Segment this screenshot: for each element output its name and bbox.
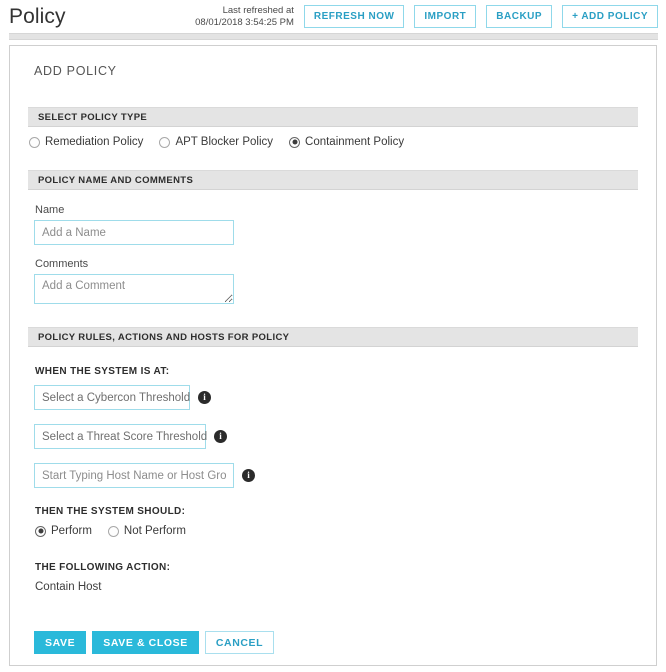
policy-comments-textarea[interactable] bbox=[34, 274, 234, 304]
last-refreshed: Last refreshed at 08/01/2018 3:54:25 PM bbox=[195, 5, 294, 29]
save-and-close-button[interactable]: SAVE & CLOSE bbox=[92, 630, 199, 654]
cybercon-threshold-value: Select a Cybercon Threshold bbox=[42, 391, 191, 404]
name-field-block: Name bbox=[28, 204, 638, 245]
radio-label-remediation: Remediation Policy bbox=[45, 136, 144, 148]
when-system-is-at-label: WHEN THE SYSTEM IS AT: bbox=[35, 366, 170, 377]
page-title: Policy bbox=[9, 5, 66, 28]
host-row: i bbox=[34, 463, 638, 488]
radio-icon-remediation[interactable] bbox=[29, 136, 40, 148]
perform-radio-group: Perform Not Perform bbox=[34, 525, 638, 537]
info-icon-cybercon[interactable]: i bbox=[198, 391, 211, 404]
following-action-value: Contain Host bbox=[35, 581, 102, 593]
panel-content: ADD POLICY SELECT POLICY TYPE Remediatio… bbox=[10, 46, 656, 593]
radio-icon-containment[interactable] bbox=[289, 136, 301, 148]
then-system-should-label: THEN THE SYSTEM SHOULD: bbox=[35, 506, 186, 517]
threat-score-threshold-value: Select a Threat Score Threshold bbox=[42, 430, 208, 443]
radio-label-containment: Containment Policy bbox=[305, 136, 405, 148]
info-icon-host[interactable]: i bbox=[242, 469, 255, 482]
info-icon-threat-score[interactable]: i bbox=[214, 430, 227, 443]
radio-option-not-perform[interactable]: Not Perform bbox=[107, 525, 186, 537]
host-name-input[interactable] bbox=[34, 463, 234, 488]
backup-button[interactable]: BACKUP bbox=[486, 5, 553, 28]
threat-score-threshold-row: Select a Threat Score Threshold ▼ i bbox=[34, 424, 638, 449]
import-button[interactable]: IMPORT bbox=[414, 5, 477, 28]
radio-label-perform: Perform bbox=[51, 525, 92, 537]
panel-heading: ADD POLICY bbox=[34, 64, 117, 78]
add-policy-panel: ADD POLICY SELECT POLICY TYPE Remediatio… bbox=[9, 45, 657, 666]
comments-label: Comments bbox=[35, 258, 89, 270]
cybercon-threshold-row: Select a Cybercon Threshold ▼ i bbox=[34, 385, 638, 410]
radio-option-remediation-policy[interactable]: Remediation Policy bbox=[29, 136, 143, 148]
radio-option-apt-blocker-policy[interactable]: APT Blocker Policy bbox=[159, 136, 273, 148]
page-header: Policy Last refreshed at 08/01/2018 3:54… bbox=[0, 0, 666, 33]
last-refreshed-time: 08/01/2018 3:54:25 PM bbox=[195, 16, 294, 28]
policy-name-input[interactable] bbox=[34, 220, 234, 245]
radio-icon-not-perform[interactable] bbox=[107, 525, 119, 537]
cybercon-threshold-select[interactable]: Select a Cybercon Threshold ▼ bbox=[34, 385, 206, 410]
last-refreshed-label: Last refreshed at bbox=[222, 4, 294, 16]
section-bar-policy-rules: POLICY RULES, ACTIONS AND HOSTS FOR POLI… bbox=[28, 327, 638, 347]
header-actions: Last refreshed at 08/01/2018 3:54:25 PM … bbox=[195, 5, 658, 29]
section-bar-policy-type: SELECT POLICY TYPE bbox=[28, 107, 638, 127]
radio-label-not-perform: Not Perform bbox=[123, 525, 186, 537]
following-action-label: THE FOLLOWING ACTION: bbox=[35, 562, 171, 573]
cancel-button[interactable]: CANCEL bbox=[204, 630, 275, 654]
section-bar-name-comments: POLICY NAME AND COMMENTS bbox=[28, 170, 638, 190]
radio-label-apt-blocker: APT Blocker Policy bbox=[175, 136, 274, 148]
add-policy-button[interactable]: + ADD POLICY bbox=[562, 5, 658, 28]
threat-score-threshold-select[interactable]: Select a Threat Score Threshold ▼ bbox=[34, 424, 223, 449]
radio-option-containment-policy[interactable]: Containment Policy bbox=[289, 136, 404, 148]
refresh-now-button[interactable]: REFRESH NOW bbox=[303, 5, 405, 28]
save-button[interactable]: SAVE bbox=[34, 630, 87, 654]
radio-option-perform[interactable]: Perform bbox=[35, 525, 92, 537]
name-label: Name bbox=[35, 204, 65, 216]
policy-type-radio-group: Remediation Policy APT Blocker Policy Co… bbox=[28, 136, 638, 148]
radio-icon-apt-blocker[interactable] bbox=[159, 136, 171, 148]
radio-icon-perform[interactable] bbox=[35, 525, 46, 537]
form-footer-buttons: SAVE SAVE & CLOSE CANCEL bbox=[34, 630, 275, 654]
comments-field-block: Comments bbox=[28, 258, 638, 309]
rules-field-block: WHEN THE SYSTEM IS AT: Select a Cybercon… bbox=[28, 366, 638, 593]
header-divider bbox=[9, 33, 658, 40]
